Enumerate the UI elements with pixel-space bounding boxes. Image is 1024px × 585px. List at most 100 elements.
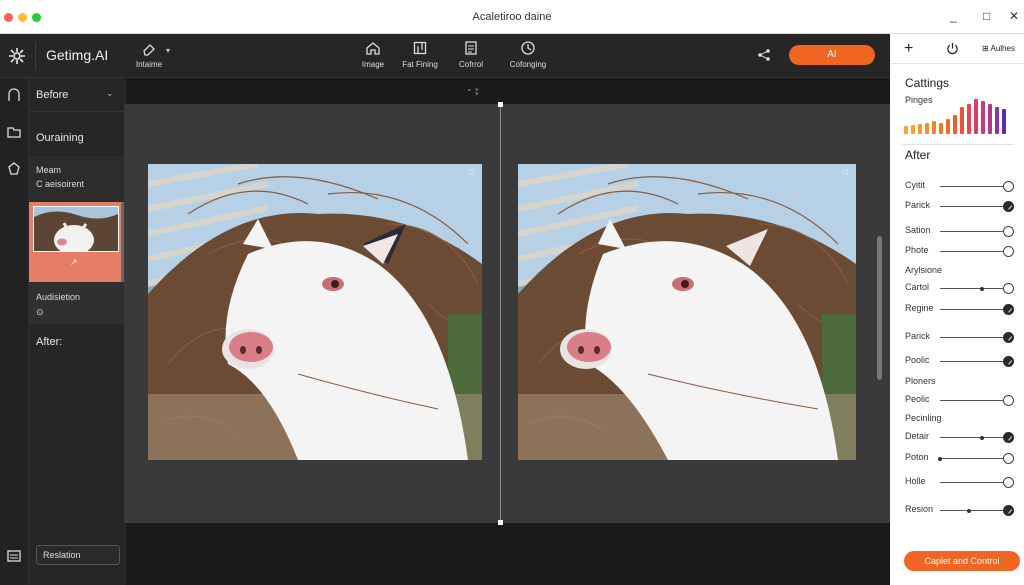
slider-label: Phote [905,245,929,255]
slider-label: Cyitit [905,180,925,190]
slider-label: Peolic [905,394,930,404]
slider-track[interactable] [940,288,1004,289]
histogram-bar [974,99,978,134]
tool-label: Intaime [135,60,163,69]
maximize-button[interactable]: □ [983,10,990,22]
slider-group-label: Ploners [905,376,936,386]
tool-image[interactable]: Image [357,40,389,69]
adjust-icon: ⊞ [982,44,989,53]
slider-label: Holle [905,476,926,486]
slider-track[interactable] [940,400,1004,401]
slider-knob[interactable] [1003,304,1014,315]
histogram-bar [988,104,992,134]
goat-photo [148,164,482,460]
slider-track[interactable] [940,361,1004,362]
tool-label: Cofonging [509,60,547,69]
share-icon[interactable] [756,47,772,63]
slider-marker [979,287,984,291]
histogram-bar [904,126,908,134]
slider-knob[interactable] [1003,283,1014,294]
slider-knob[interactable] [1003,432,1014,443]
tool-cofonging[interactable]: Cofonging [505,40,551,69]
logo-icon [9,48,25,64]
adjustments-panel: + ⊞ Aulhes Cattings Pinges After Cyitit P… [890,34,1024,585]
slider-track[interactable] [940,206,1004,207]
adjust-item[interactable]: Audisietion ⊙ [29,282,124,324]
slider-track[interactable] [940,482,1004,483]
slider-track[interactable] [940,437,1004,438]
slider-knob[interactable] [1003,332,1014,343]
ai-button[interactable]: AI [789,45,875,65]
slider-label: Sation [905,225,931,235]
lasso-icon[interactable] [6,88,22,104]
slider-knob[interactable] [1003,477,1014,488]
slider-track[interactable] [940,309,1004,310]
layers-panel: Before ⌄ Ouraining Meam C aeisoirent ↗ A… [29,78,137,585]
slider-knob[interactable] [1003,356,1014,367]
divider-handle-top[interactable] [498,102,503,107]
histogram-bar [911,125,915,134]
app-toolbar: Getimg.AI Intaime ▾ Image Fat Fining Cof… [0,34,890,78]
slider-label: Detair [905,431,930,441]
histogram-bar [946,119,950,134]
slider-group-label: Arylsione [905,265,943,275]
folder-icon[interactable] [6,124,22,140]
power-icon[interactable] [946,42,959,55]
slider-track[interactable] [940,231,1004,232]
slider-track[interactable] [940,186,1004,187]
slider-knob[interactable] [1003,181,1014,192]
panel-icon[interactable] [6,548,22,564]
slider-track[interactable] [940,510,1004,511]
close-button[interactable]: ✕ [1009,10,1019,22]
edit-icon[interactable]: ↗ [70,257,78,268]
slider-knob[interactable] [1003,505,1014,516]
slider-knob[interactable] [1003,226,1014,237]
after-image [518,164,856,460]
resolution-button[interactable]: Reslation › [36,545,137,565]
canvas-scrollbar[interactable] [877,236,882,380]
after-title: After [905,148,931,162]
histogram-bar [967,104,971,134]
compare-divider[interactable] [500,104,501,523]
before-dropdown[interactable]: Before ⌄ [29,78,126,112]
slider-knob[interactable] [1003,453,1014,464]
tool-label: Image [361,60,385,69]
tool-intaime[interactable]: Intaime [134,40,164,69]
home-icon [366,42,380,55]
timer-icon [521,41,535,55]
slider-track[interactable] [940,337,1004,338]
slider-label: Poton [905,452,929,462]
document-icon [465,41,477,55]
adjustments-tab[interactable]: ⊞ Aulhes [982,44,1015,53]
divider-handle-bottom[interactable] [498,520,503,525]
slider-knob[interactable] [1003,395,1014,406]
histogram-bar [1002,109,1006,134]
layer-item[interactable]: Meam C aeisoirent [29,156,124,202]
slider-group-label: Pecinling [905,413,942,423]
tool-cofrrol[interactable]: Cofrrol [455,40,487,69]
tool-label: Fat Fining [402,60,438,69]
histogram-bar [995,107,999,134]
slider-label: Regine [905,303,934,313]
add-icon[interactable]: + [904,40,913,58]
tool-fat-fining[interactable]: Fat Fining [401,40,439,69]
before-image [148,164,482,460]
slider-track[interactable] [940,458,1004,459]
layer-thumbnail [33,206,119,252]
adjust-title: Audisietion [36,292,81,302]
minimize-button[interactable]: _ [950,10,957,22]
window-titlebar: Acaletiroo daine _ □ ✕ [0,0,1024,34]
divider [902,144,1014,145]
tool-label: Cofrrol [458,60,483,69]
caplet-control-button[interactable]: Caplet and Control [904,551,1020,571]
shape-icon[interactable] [6,161,22,177]
slider-knob[interactable] [1003,246,1014,257]
selected-layer[interactable]: ↗ [29,202,124,282]
slider-track[interactable] [940,251,1004,252]
slider-marker [966,509,971,513]
canvas-handle[interactable]: ⌃ ⁑ [466,88,479,97]
chevron-down-icon[interactable]: ▾ [166,46,170,55]
settings-title: Cattings [905,76,950,90]
resolution-label: Reslation [43,550,81,560]
slider-knob[interactable] [1003,201,1014,212]
